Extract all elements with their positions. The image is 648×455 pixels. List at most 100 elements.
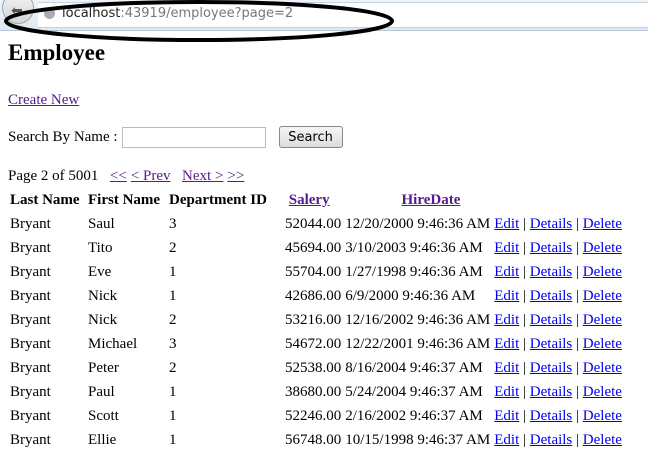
- cell-last-name: Bryant: [10, 215, 51, 232]
- header-department-id: Department ID: [169, 191, 267, 208]
- cell-actions: Edit | Details | Delete: [492, 260, 624, 284]
- table-row: Bryant Michael 3 54672.00 12/22/2001 9:46:36…: [8, 332, 624, 356]
- cell-salary: 55704.00: [285, 263, 342, 280]
- table-row: Bryant Eve 1 55704.00 1/27/1998 9:46:36 AM Ed…: [8, 260, 624, 284]
- cell-salary: 52044.00: [285, 215, 342, 232]
- separator: |: [576, 335, 580, 352]
- cell-actions: Edit | Details | Delete: [492, 380, 624, 404]
- delete-link[interactable]: Delete: [583, 312, 622, 328]
- edit-link[interactable]: Edit: [494, 336, 519, 352]
- last-page-link[interactable]: >>: [227, 168, 244, 184]
- details-link[interactable]: Details: [530, 264, 573, 280]
- edit-link[interactable]: Edit: [494, 240, 519, 256]
- delete-link[interactable]: Delete: [583, 264, 622, 280]
- create-new-link[interactable]: Create New: [8, 92, 79, 109]
- cell-last-name: Bryant: [10, 335, 51, 352]
- sort-salary-link[interactable]: Salery: [289, 192, 330, 208]
- cell-hiredate: 8/16/2004 9:46:37 AM: [345, 359, 483, 376]
- details-link[interactable]: Details: [530, 312, 573, 328]
- edit-link[interactable]: Edit: [494, 408, 519, 424]
- delete-link[interactable]: Delete: [583, 336, 622, 352]
- details-link[interactable]: Details: [530, 240, 573, 256]
- cell-hiredate: 12/20/2000 9:46:36 AM: [345, 215, 491, 232]
- table-row: Bryant Nick 1 42686.00 6/9/2000 9:46:36 AM Ed…: [8, 284, 624, 308]
- next-page-link[interactable]: Next >: [182, 168, 223, 184]
- edit-link[interactable]: Edit: [494, 312, 519, 328]
- search-button[interactable]: Search: [278, 126, 343, 148]
- cell-hiredate: 12/16/2002 9:46:36 AM: [345, 311, 491, 328]
- cell-actions: Edit | Details | Delete: [492, 332, 624, 356]
- cell-salary: 56748.00: [285, 431, 342, 448]
- separator: |: [576, 239, 580, 256]
- separator: |: [576, 287, 580, 304]
- cell-last-name: Bryant: [10, 359, 51, 376]
- cell-hiredate: 12/22/2001 9:46:36 AM: [345, 335, 491, 352]
- delete-link[interactable]: Delete: [583, 432, 622, 448]
- cell-first-name: Saul: [88, 215, 115, 232]
- search-form: Search By Name : Search: [8, 126, 343, 148]
- edit-link[interactable]: Edit: [494, 360, 519, 376]
- details-link[interactable]: Details: [530, 336, 573, 352]
- edit-link[interactable]: Edit: [494, 216, 519, 232]
- details-link[interactable]: Details: [530, 216, 573, 232]
- table-header: Last Name First Name Department ID Saler…: [8, 188, 624, 212]
- header-salary: Salery: [283, 188, 343, 212]
- table-row: Bryant Paul 1 38680.00 5/24/2004 9:46:37 AM E…: [8, 380, 624, 404]
- first-page-link[interactable]: <<: [110, 168, 127, 184]
- cell-salary: 54672.00: [285, 335, 342, 352]
- separator: |: [576, 383, 580, 400]
- cell-first-name: Scott: [88, 407, 119, 424]
- separator: |: [576, 215, 580, 232]
- separator: |: [576, 359, 580, 376]
- edit-link[interactable]: Edit: [494, 432, 519, 448]
- page-info: Page 2 of 5001: [8, 168, 99, 184]
- separator: |: [576, 263, 580, 280]
- search-input[interactable]: [121, 126, 266, 148]
- cell-department-id: 1: [169, 287, 177, 304]
- sort-hiredate-link[interactable]: HireDate: [402, 192, 461, 208]
- cell-salary: 52538.00: [285, 359, 342, 376]
- cell-department-id: 1: [169, 431, 177, 448]
- cell-salary: 45694.00: [285, 239, 342, 256]
- prev-page-link[interactable]: < Prev: [131, 168, 171, 184]
- cell-first-name: Ellie: [88, 431, 117, 448]
- cell-actions: Edit | Details | Delete: [492, 236, 624, 260]
- separator: |: [523, 215, 527, 232]
- cell-actions: Edit | Details | Delete: [492, 308, 624, 332]
- cell-department-id: 1: [169, 263, 177, 280]
- cell-department-id: 1: [169, 407, 177, 424]
- cell-salary: 53216.00: [285, 311, 342, 328]
- separator: |: [523, 407, 527, 424]
- header-hiredate: HireDate: [343, 188, 492, 212]
- separator: |: [576, 311, 580, 328]
- details-link[interactable]: Details: [530, 432, 573, 448]
- details-link[interactable]: Details: [530, 408, 573, 424]
- edit-link[interactable]: Edit: [494, 288, 519, 304]
- delete-link[interactable]: Delete: [583, 408, 622, 424]
- delete-link[interactable]: Delete: [583, 288, 622, 304]
- cell-department-id: 2: [169, 239, 177, 256]
- delete-link[interactable]: Delete: [583, 216, 622, 232]
- table-row: Bryant Saul 3 52044.00 12/20/2000 9:46:36 AM…: [8, 212, 624, 236]
- cell-actions: Edit | Details | Delete: [492, 404, 624, 428]
- delete-link[interactable]: Delete: [583, 240, 622, 256]
- cell-first-name: Nick: [88, 287, 118, 304]
- edit-link[interactable]: Edit: [494, 384, 519, 400]
- search-label: Search By Name :: [8, 128, 118, 145]
- details-link[interactable]: Details: [530, 360, 573, 376]
- cell-first-name: Eve: [88, 263, 112, 280]
- details-link[interactable]: Details: [530, 384, 573, 400]
- edit-link[interactable]: Edit: [494, 264, 519, 280]
- cell-last-name: Bryant: [10, 263, 51, 280]
- table-row: Bryant Scott 1 52246.00 2/16/2002 9:46:37 AM…: [8, 404, 624, 428]
- pager: Page 2 of 5001 << < Prev Next > >>: [8, 168, 244, 185]
- details-link[interactable]: Details: [530, 288, 573, 304]
- cell-hiredate: 3/10/2003 9:46:36 AM: [345, 239, 483, 256]
- annotation-oval: [4, 0, 394, 42]
- cell-last-name: Bryant: [10, 431, 51, 448]
- delete-link[interactable]: Delete: [583, 360, 622, 376]
- cell-salary: 38680.00: [285, 383, 342, 400]
- delete-link[interactable]: Delete: [583, 384, 622, 400]
- cell-last-name: Bryant: [10, 383, 51, 400]
- separator: |: [576, 431, 580, 448]
